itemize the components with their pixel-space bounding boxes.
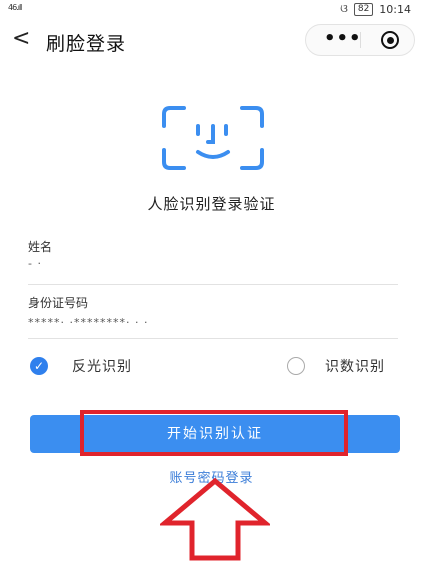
subtitle: 人脸识别登录验证 bbox=[147, 195, 276, 213]
battery-indicator: 82 bbox=[353, 2, 374, 16]
more-icon[interactable]: ••• bbox=[324, 30, 362, 48]
annotation-arrow-icon bbox=[160, 478, 270, 561]
option-digit-label: 识数识别 bbox=[325, 359, 385, 375]
option-reflection-label: 反光识别 bbox=[72, 359, 132, 375]
back-icon[interactable]: < bbox=[12, 28, 30, 50]
miniprogram-capsule: ••• bbox=[305, 24, 415, 56]
name-value: - · bbox=[28, 257, 42, 270]
id-divider bbox=[28, 338, 398, 339]
status-right: ଓ 82 10:14 bbox=[340, 2, 411, 16]
page-title: 刷脸登录 bbox=[46, 33, 127, 55]
id-label: 身份证号码 bbox=[28, 296, 89, 310]
option-digit[interactable]: 识数识别 bbox=[287, 356, 385, 376]
status-bar: 46.ıll ଓ 82 10:14 bbox=[0, 0, 423, 18]
clock: 10:14 bbox=[379, 2, 411, 16]
face-scan-icon bbox=[162, 106, 264, 170]
cat-icon: ଓ bbox=[340, 2, 348, 15]
record-icon[interactable] bbox=[381, 31, 399, 49]
name-divider bbox=[28, 284, 398, 285]
check-icon[interactable]: ✓ bbox=[30, 357, 48, 375]
name-label: 姓名 bbox=[28, 240, 53, 254]
id-value: *****· ·********· · · bbox=[28, 316, 149, 329]
capsule-divider bbox=[360, 32, 361, 48]
option-reflection[interactable]: ✓ 反光识别 bbox=[30, 356, 132, 376]
signal-icon: 46.ıll bbox=[8, 3, 22, 12]
annotation-highlight-box bbox=[80, 410, 348, 456]
nav-bar: < 刷脸登录 ••• bbox=[0, 18, 423, 62]
radio-icon[interactable] bbox=[287, 357, 305, 375]
